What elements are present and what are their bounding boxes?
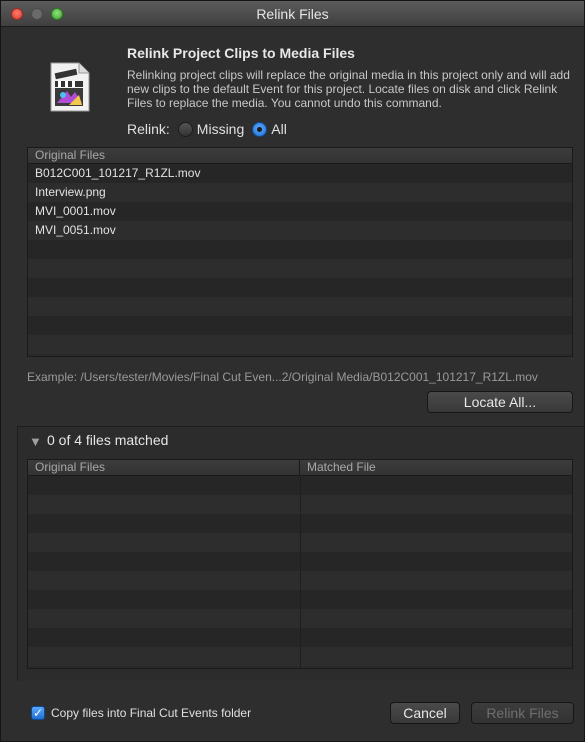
all-radio-label[interactable]: All [271,121,287,137]
title-bar: Relink Files [1,1,584,27]
table-row[interactable]: MVI_0001.mov [28,202,572,221]
table-row[interactable]: Interview.png [28,183,572,202]
column-header-matched-file[interactable]: Matched File [300,460,376,475]
locate-all-button[interactable]: Locate All... [427,391,573,413]
copy-files-checkbox[interactable]: ✓ [31,706,45,720]
relink-label: Relink: [127,121,170,137]
table-body [28,476,572,668]
example-path: Example: /Users/tester/Movies/Final Cut … [27,370,538,384]
empty-row [28,278,572,297]
empty-row [28,240,572,259]
empty-row [28,316,572,335]
table-body: B012C001_101217_R1ZL.mov Interview.png M… [28,164,572,354]
column-divider [300,476,301,668]
matched-summary[interactable]: 0 of 4 files matched [47,432,168,448]
table-row[interactable]: MVI_0051.mov [28,221,572,240]
matched-files-table[interactable]: Original Files Matched File [27,459,573,669]
table-header: Original Files Matched File [28,460,572,476]
relink-files-dialog: Relink Files Relink Project Clips to Med… [0,0,585,742]
relink-files-button[interactable]: Relink Files [471,702,574,724]
section-divider [17,426,584,427]
empty-row [28,335,572,354]
empty-row [28,297,572,316]
final-cut-document-icon [50,62,90,112]
column-header-original-files[interactable]: Original Files [28,460,300,475]
disclosure-triangle-icon[interactable]: ▼ [29,434,42,449]
relink-mode-group: Relink: Missing All [127,121,287,137]
column-header-original-files[interactable]: Original Files [28,148,105,163]
dialog-heading: Relink Project Clips to Media Files [127,45,355,61]
window-title: Relink Files [256,6,329,22]
empty-row [28,259,572,278]
table-row[interactable]: B012C001_101217_R1ZL.mov [28,164,572,183]
copy-files-label[interactable]: Copy files into Final Cut Events folder [51,706,251,720]
missing-radio[interactable] [177,121,193,137]
all-radio[interactable] [252,121,268,137]
cancel-button[interactable]: Cancel [390,702,460,724]
dialog-description: Relinking project clips will replace the… [127,68,570,110]
original-files-table[interactable]: Original Files B012C001_101217_R1ZL.mov … [27,147,573,357]
table-header: Original Files [28,148,572,164]
missing-radio-label[interactable]: Missing [197,121,244,137]
